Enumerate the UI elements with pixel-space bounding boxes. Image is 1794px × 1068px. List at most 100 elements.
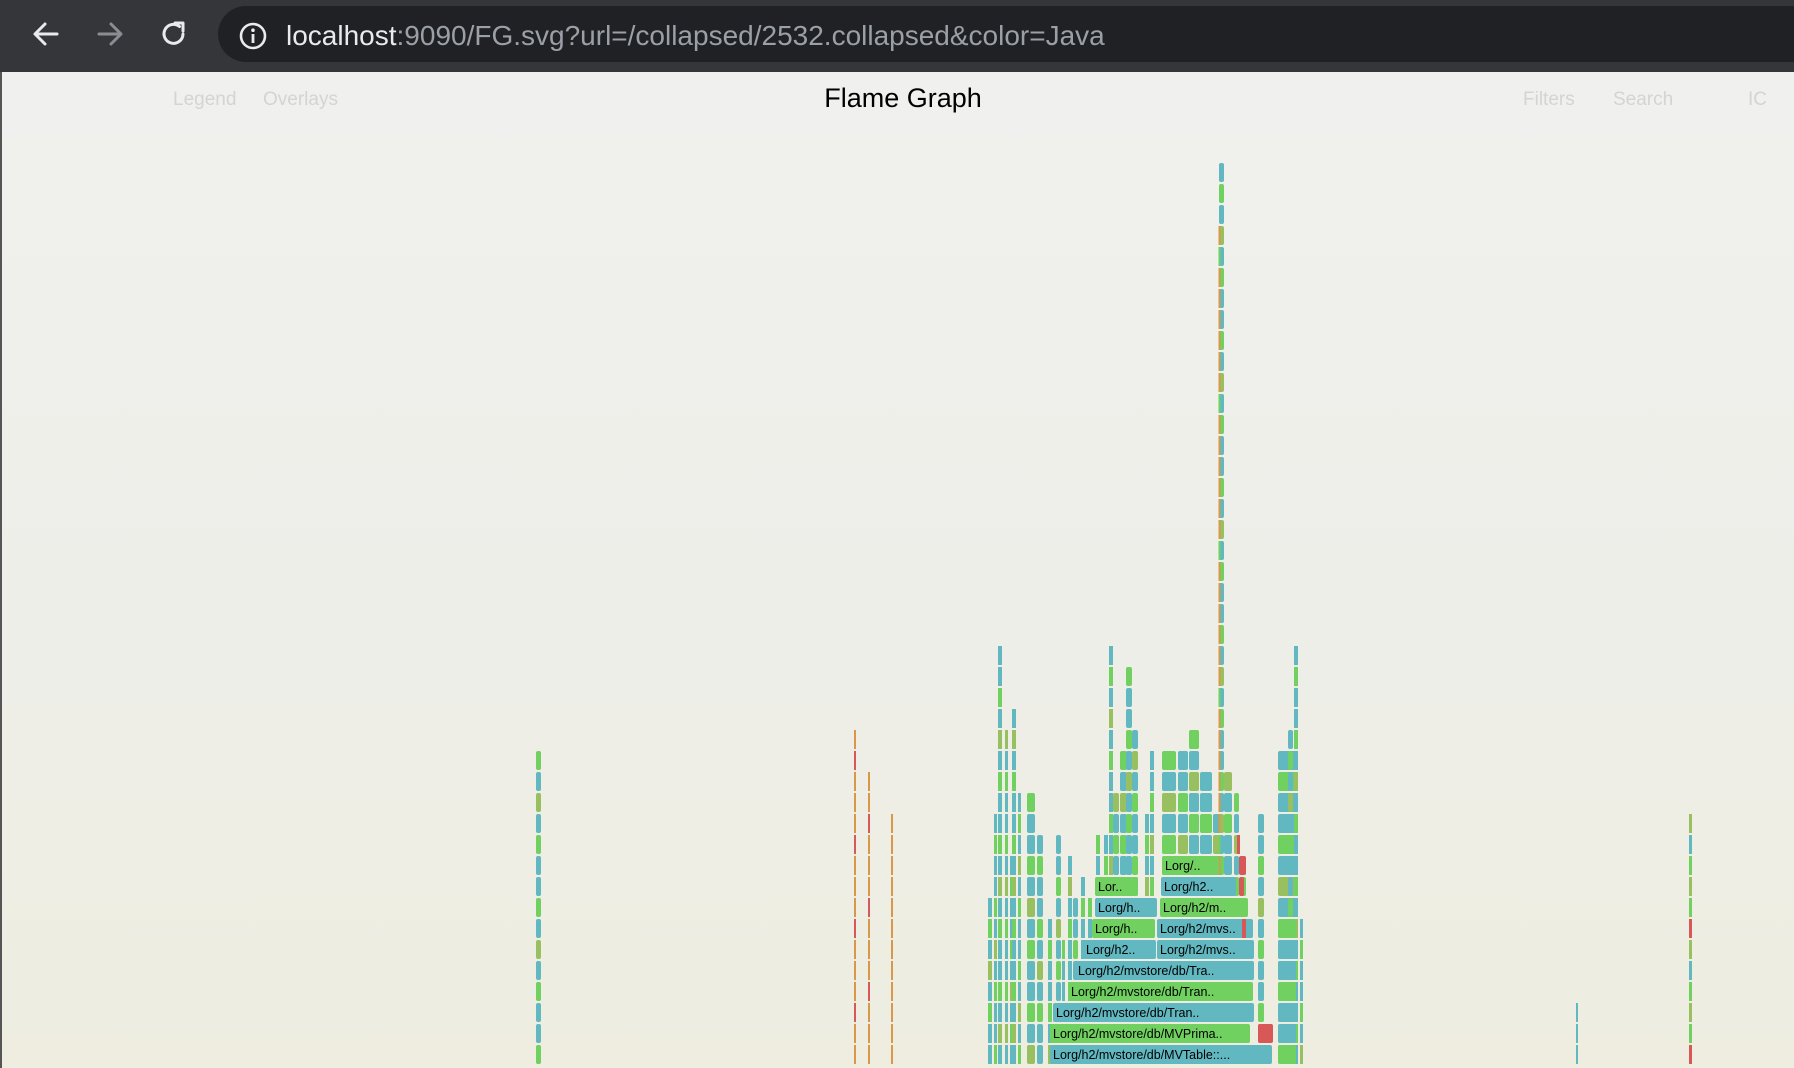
flame-stack-column[interactable]	[988, 919, 992, 938]
flame-stack-column[interactable]	[1234, 856, 1239, 875]
flame-stack-tallest[interactable]	[1218, 541, 1221, 560]
flame-stack-column[interactable]	[1113, 793, 1119, 812]
flame-stack-thin[interactable]	[854, 1003, 856, 1022]
flame-stack-column[interactable]	[998, 1003, 1002, 1022]
flame-stack-column[interactable]	[1056, 961, 1061, 980]
flame-stack-column[interactable]	[1200, 835, 1212, 854]
flame-stack-column[interactable]	[1145, 877, 1149, 896]
flame-stack-column[interactable]	[1126, 751, 1132, 770]
flame-stack-thin[interactable]	[854, 919, 856, 938]
reload-button[interactable]	[152, 14, 196, 54]
flame-stack-column[interactable]	[1294, 856, 1298, 875]
flame-stack-column[interactable]	[1278, 877, 1296, 896]
flame-stack-column[interactable]	[1005, 877, 1008, 896]
flame-stack-thin[interactable]	[891, 982, 893, 1001]
flame-stack-column[interactable]	[994, 877, 997, 896]
flame-stack-column[interactable]	[1096, 856, 1100, 875]
flame-stack-column[interactable]	[998, 982, 1002, 1001]
flame-stack-column[interactable]	[1278, 856, 1296, 875]
flame-stack-column[interactable]	[1162, 814, 1176, 833]
flame-stack-column[interactable]	[1200, 793, 1212, 812]
flame-stack-column[interactable]	[994, 940, 997, 959]
flame-stack-left[interactable]	[536, 856, 541, 875]
flame-stack-column[interactable]	[1018, 793, 1021, 812]
flame-stack-column[interactable]	[1096, 835, 1100, 854]
flame-stack-thin[interactable]	[1576, 1003, 1578, 1022]
flame-stack-column[interactable]	[1150, 751, 1154, 770]
flame-stack-column[interactable]	[988, 982, 992, 1001]
flame-stack-column[interactable]	[1258, 898, 1264, 917]
flame-stack-column[interactable]	[1012, 961, 1016, 980]
flame-stack-column[interactable]	[1068, 856, 1072, 875]
flame-stack-thin[interactable]	[891, 814, 893, 833]
flame-stack-column[interactable]	[1048, 1003, 1052, 1022]
flame-stack-column[interactable]	[1109, 856, 1113, 875]
flame-stack-column[interactable]	[998, 940, 1002, 959]
flame-stack-thin[interactable]	[868, 877, 870, 896]
flame-stack-column[interactable]	[998, 814, 1002, 833]
flame-stack-column[interactable]	[1278, 898, 1296, 917]
flame-stack-column[interactable]	[1109, 646, 1113, 665]
flame-stack-thin[interactable]	[868, 940, 870, 959]
flame-stack-column[interactable]	[1300, 1045, 1303, 1064]
flame-stack-left[interactable]	[536, 1003, 541, 1022]
flame-stack-column[interactable]	[1018, 856, 1021, 875]
flame-stack-column[interactable]	[1005, 940, 1008, 959]
flame-stack-column[interactable]	[1300, 961, 1303, 980]
flame-stack-thin[interactable]	[868, 1003, 870, 1022]
flame-stack-column[interactable]	[1018, 982, 1021, 1001]
flame-stack-right[interactable]	[1689, 856, 1692, 875]
flame-stack-column[interactable]	[1126, 835, 1132, 854]
flame-stack-column[interactable]	[1056, 856, 1061, 875]
flame-stack-right[interactable]	[1689, 1003, 1692, 1022]
flame-stack-column[interactable]	[1109, 793, 1113, 812]
flame-stack-left[interactable]	[536, 772, 541, 791]
flame-stack-column[interactable]	[1005, 1024, 1008, 1043]
flame-stack-column[interactable]	[1178, 814, 1188, 833]
flame-stack-tallest[interactable]	[1218, 793, 1221, 812]
flame-stack-column[interactable]	[1219, 205, 1224, 224]
flame-stack-column[interactable]	[1027, 961, 1035, 980]
flame-stack-column[interactable]	[998, 1045, 1002, 1064]
flame-stack-column[interactable]	[1200, 814, 1212, 833]
flame-stack-column[interactable]	[1126, 793, 1132, 812]
flame-stack-thin[interactable]	[854, 730, 856, 749]
flame-stack-column[interactable]	[1018, 1003, 1021, 1022]
flame-stack-column[interactable]	[1088, 898, 1092, 917]
flame-stack-tallest[interactable]	[1218, 667, 1221, 686]
flame-stack-tallest[interactable]	[1218, 751, 1221, 770]
flame-stack-column[interactable]	[1224, 793, 1232, 812]
flame-stack-column[interactable]	[1081, 877, 1085, 896]
flame-stack-tallest[interactable]	[1218, 709, 1221, 728]
flame-stack-tallest[interactable]	[1218, 625, 1221, 644]
flame-stack-column[interactable]	[998, 688, 1002, 707]
flame-stack-column[interactable]	[1005, 919, 1008, 938]
flame-frame[interactable]	[1239, 877, 1244, 896]
flame-stack-column[interactable]	[994, 1003, 997, 1022]
flame-stack-thin[interactable]	[891, 835, 893, 854]
flame-stack-column[interactable]	[998, 772, 1002, 791]
flame-stack-column[interactable]	[1109, 709, 1113, 728]
flame-stack-column[interactable]	[1278, 1045, 1296, 1064]
flame-stack-thin[interactable]	[868, 814, 870, 833]
flame-stack-column[interactable]	[1037, 1003, 1043, 1022]
flame-stack-column[interactable]	[1056, 940, 1061, 959]
flame-stack-column[interactable]	[1258, 919, 1264, 938]
flame-stack-column[interactable]	[1104, 835, 1108, 854]
flame-stack-column[interactable]	[1027, 877, 1035, 896]
flame-stack-column[interactable]	[1012, 1024, 1016, 1043]
flame-stack-column[interactable]	[1132, 793, 1138, 812]
flame-stack-column[interactable]	[1120, 814, 1127, 833]
flame-stack-column[interactable]	[1005, 793, 1008, 812]
flame-stack-column[interactable]	[998, 898, 1002, 917]
flame-stack-column[interactable]	[1294, 667, 1298, 686]
flame-stack-column[interactable]	[1018, 961, 1021, 980]
flame-stack-thin[interactable]	[868, 898, 870, 917]
flame-stack-column[interactable]	[1005, 982, 1008, 1001]
flame-stack-column[interactable]	[1037, 835, 1043, 854]
flame-stack-column[interactable]	[1150, 772, 1154, 791]
flame-stack-column[interactable]	[1278, 961, 1296, 980]
flame-stack-column[interactable]	[1126, 730, 1132, 749]
flame-stack-column[interactable]	[1005, 730, 1008, 749]
flame-stack-column[interactable]	[1278, 1024, 1296, 1043]
